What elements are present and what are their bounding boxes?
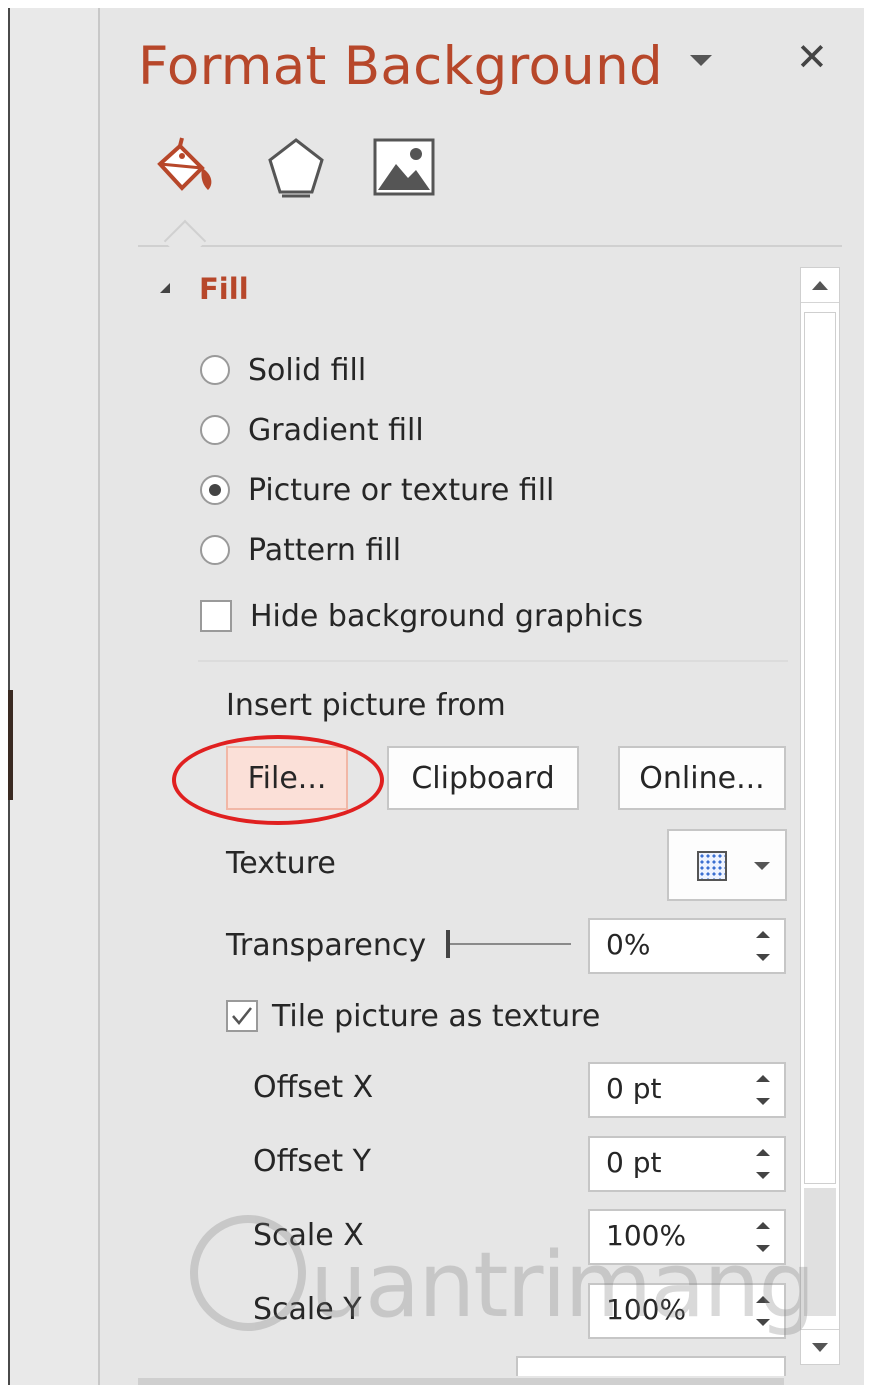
chevron-down-icon bbox=[754, 862, 770, 870]
hide-background-graphics-label: Hide background graphics bbox=[250, 598, 644, 634]
online-button[interactable]: Online... bbox=[618, 746, 786, 810]
gradient-fill-option[interactable]: Gradient fill bbox=[200, 410, 424, 450]
fill-section-title[interactable]: Fill bbox=[199, 272, 249, 306]
spin-down-icon[interactable] bbox=[756, 1172, 770, 1179]
gradient-fill-radio[interactable] bbox=[200, 415, 230, 445]
window-top-edge bbox=[0, 0, 870, 8]
slide-edge-mark bbox=[8, 690, 13, 800]
scale-y-spinner[interactable]: 100% bbox=[588, 1283, 786, 1339]
pane-bottom-edge bbox=[138, 1378, 784, 1385]
texture-swatch-icon bbox=[697, 851, 727, 881]
scale-x-spinner[interactable]: 100% bbox=[588, 1209, 786, 1265]
active-tab-pointer bbox=[163, 219, 207, 263]
transparency-spinner[interactable]: 0% bbox=[588, 918, 786, 974]
tab-divider bbox=[138, 245, 842, 247]
transparency-slider[interactable] bbox=[449, 943, 571, 945]
picture-icon[interactable] bbox=[370, 134, 438, 202]
collapse-caret-icon[interactable] bbox=[160, 283, 170, 293]
transparency-label: Transparency bbox=[226, 928, 427, 963]
spin-up-icon[interactable] bbox=[756, 1296, 770, 1303]
vertical-scrollbar[interactable] bbox=[800, 267, 840, 1365]
solid-fill-option[interactable]: Solid fill bbox=[200, 350, 366, 390]
spin-down-icon[interactable] bbox=[756, 1245, 770, 1252]
offset-y-spinner[interactable]: 0 pt bbox=[588, 1136, 786, 1192]
transparency-slider-thumb[interactable] bbox=[446, 930, 450, 958]
tile-picture-checkbox[interactable] bbox=[226, 1000, 258, 1032]
offset-x-spinner[interactable]: 0 pt bbox=[588, 1062, 786, 1118]
pattern-fill-option[interactable]: Pattern fill bbox=[200, 530, 401, 570]
scale-x-value[interactable]: 100% bbox=[606, 1219, 686, 1252]
slide-area-strip bbox=[10, 8, 100, 1385]
section-divider bbox=[198, 660, 788, 662]
tile-picture-option[interactable]: Tile picture as texture bbox=[226, 996, 600, 1036]
spin-down-icon[interactable] bbox=[756, 1098, 770, 1105]
spin-up-icon[interactable] bbox=[756, 1222, 770, 1229]
spin-up-icon[interactable] bbox=[756, 1149, 770, 1156]
offset-x-label: Offset X bbox=[253, 1070, 374, 1105]
next-field-partial[interactable] bbox=[516, 1356, 786, 1376]
scale-y-label: Scale Y bbox=[253, 1292, 362, 1327]
scale-x-label: Scale X bbox=[253, 1218, 364, 1253]
spin-up-icon[interactable] bbox=[756, 1075, 770, 1082]
texture-label: Texture bbox=[226, 846, 336, 881]
gradient-fill-label: Gradient fill bbox=[248, 412, 424, 448]
tile-picture-label: Tile picture as texture bbox=[272, 998, 601, 1034]
texture-dropdown[interactable] bbox=[667, 829, 787, 901]
hide-background-graphics-option[interactable]: Hide background graphics bbox=[200, 596, 643, 636]
insert-picture-from-label: Insert picture from bbox=[226, 688, 506, 723]
pane-title: Format Background bbox=[138, 36, 663, 97]
pentagon-icon[interactable] bbox=[262, 134, 330, 202]
offset-y-label: Offset Y bbox=[253, 1144, 371, 1179]
close-icon[interactable]: ✕ bbox=[796, 38, 828, 76]
picture-texture-fill-option[interactable]: Picture or texture fill bbox=[200, 470, 554, 510]
solid-fill-label: Solid fill bbox=[248, 352, 367, 388]
solid-fill-radio[interactable] bbox=[200, 355, 230, 385]
clipboard-button[interactable]: Clipboard bbox=[387, 746, 579, 810]
radio-selected-dot bbox=[209, 484, 221, 496]
checkmark-icon bbox=[232, 1007, 252, 1025]
highlight-circle bbox=[172, 735, 384, 825]
scroll-up-icon bbox=[812, 280, 828, 290]
picture-texture-fill-label: Picture or texture fill bbox=[248, 472, 555, 508]
transparency-value[interactable]: 0% bbox=[606, 928, 650, 961]
offset-y-value[interactable]: 0 pt bbox=[606, 1146, 661, 1179]
scale-y-value[interactable]: 100% bbox=[606, 1293, 686, 1326]
scroll-thumb[interactable] bbox=[804, 312, 836, 1184]
offset-x-value[interactable]: 0 pt bbox=[606, 1072, 661, 1105]
picture-texture-fill-radio[interactable] bbox=[200, 475, 230, 505]
spin-down-icon[interactable] bbox=[756, 954, 770, 961]
pattern-fill-label: Pattern fill bbox=[248, 532, 402, 568]
spin-down-icon[interactable] bbox=[756, 1319, 770, 1326]
pattern-fill-radio[interactable] bbox=[200, 535, 230, 565]
scroll-track[interactable] bbox=[804, 1188, 836, 1316]
scroll-down-button[interactable] bbox=[801, 1329, 839, 1364]
paint-bucket-icon[interactable] bbox=[150, 134, 218, 202]
scroll-up-button[interactable] bbox=[801, 268, 839, 303]
task-pane-options-icon[interactable] bbox=[690, 55, 712, 66]
window-right-edge bbox=[864, 8, 870, 1385]
hide-background-graphics-checkbox[interactable] bbox=[200, 600, 232, 632]
spin-up-icon[interactable] bbox=[756, 931, 770, 938]
scroll-down-icon bbox=[812, 1342, 828, 1352]
